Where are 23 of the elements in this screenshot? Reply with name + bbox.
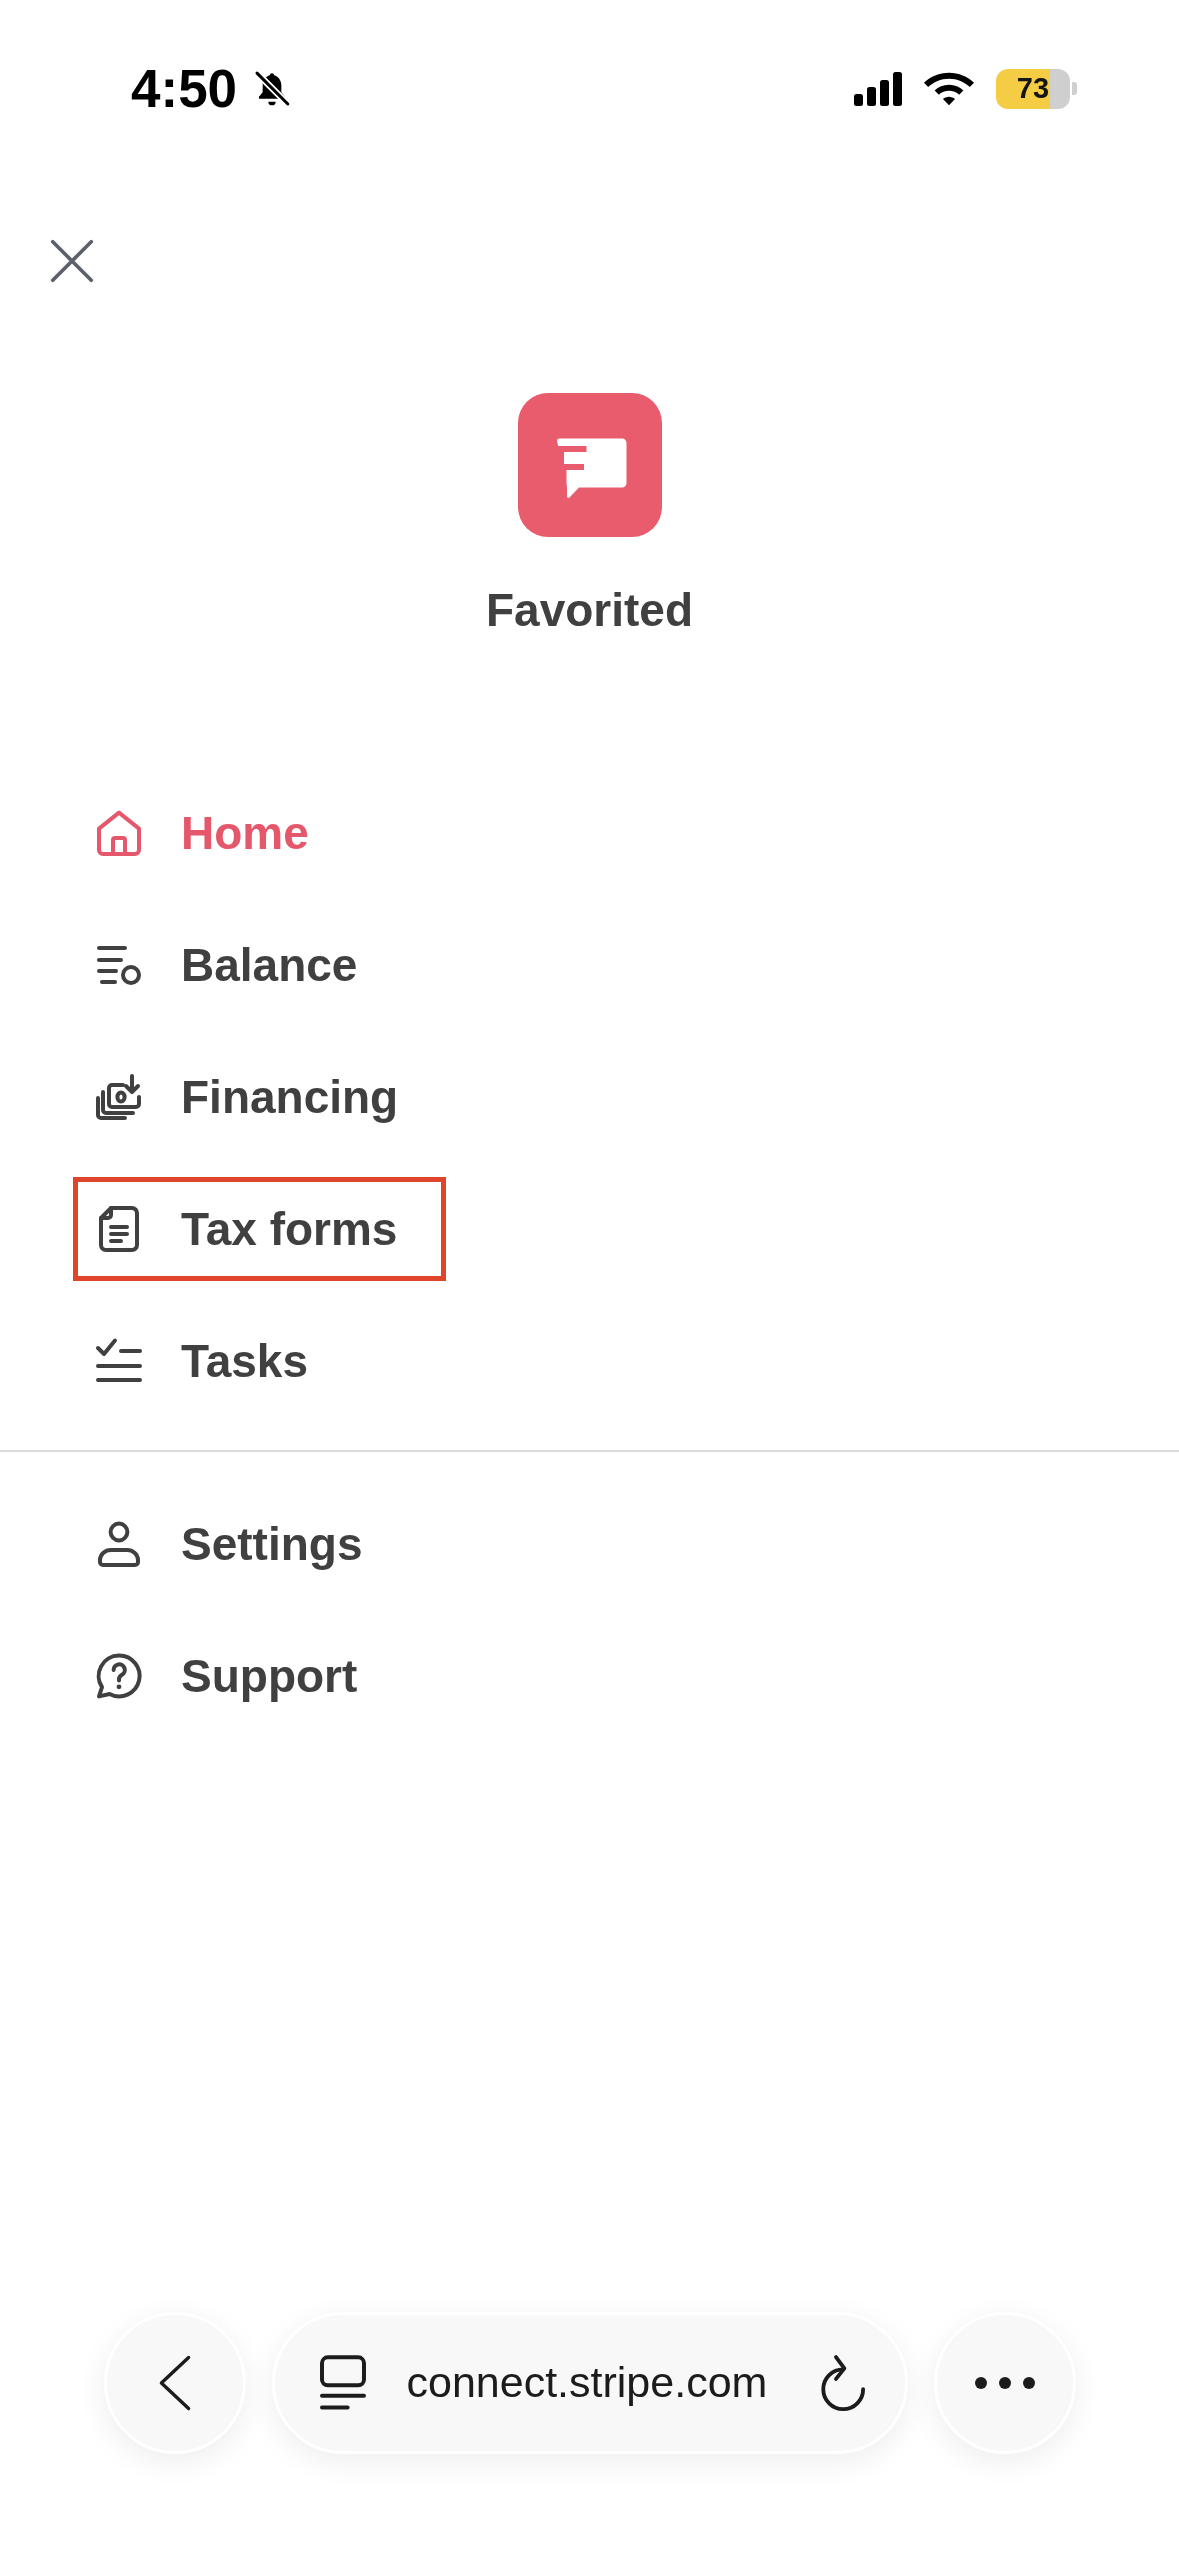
app-logo-icon <box>517 393 662 537</box>
tabs-icon[interactable] <box>318 2355 367 2411</box>
more-icon <box>974 2377 1035 2389</box>
cards-download-icon <box>95 1073 143 1121</box>
chevron-left-icon <box>157 2354 192 2412</box>
url-text: connect.stripe.com <box>406 2357 768 2409</box>
home-icon <box>95 809 143 857</box>
close-icon <box>50 239 94 283</box>
status-time: 4:50 <box>131 62 238 115</box>
menu-item[interactable]: Support <box>73 1624 407 1728</box>
menu-item[interactable]: Tax forms <box>73 1177 447 1281</box>
app-name: Favorited <box>485 583 693 638</box>
menu-item[interactable]: Settings <box>73 1492 412 1596</box>
menu-item[interactable]: Tasks <box>73 1309 358 1413</box>
menu-item[interactable]: Home <box>73 781 358 885</box>
wifi-icon <box>924 70 974 107</box>
battery-indicator: 73 <box>996 68 1077 109</box>
question-bubble-icon <box>95 1652 143 1700</box>
menu-item[interactable]: Balance <box>73 913 407 1017</box>
person-icon <box>95 1520 143 1568</box>
signal-icon <box>854 71 902 106</box>
checklist-icon <box>95 1337 143 1385</box>
menu-item[interactable]: Financing <box>73 1045 448 1149</box>
